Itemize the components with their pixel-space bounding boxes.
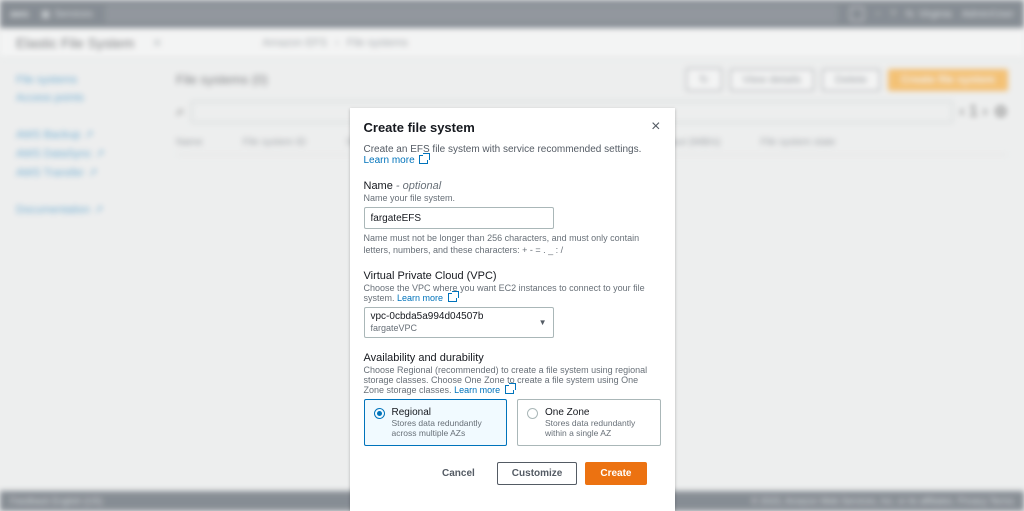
chevron-down-icon: ▼ xyxy=(539,318,547,327)
name-hint: Name must not be longer than 256 charact… xyxy=(364,232,661,256)
regional-title: Regional xyxy=(392,407,498,418)
customize-button[interactable]: Customize xyxy=(497,462,578,485)
radio-icon xyxy=(374,408,385,419)
onezone-title: One Zone xyxy=(545,407,651,418)
name-label: Name xyxy=(364,180,393,192)
vpc-field: Virtual Private Cloud (VPC) Choose the V… xyxy=(364,270,661,338)
learn-more-link[interactable]: Learn more xyxy=(454,385,514,395)
create-fs-modal: Create file system × Create an EFS file … xyxy=(350,108,675,511)
onezone-radio[interactable]: One Zone Stores data redundantly within … xyxy=(517,399,661,446)
regional-desc: Stores data redundantly across multiple … xyxy=(392,418,498,438)
availability-sublabel: Choose Regional (recommended) to create … xyxy=(364,365,661,395)
create-button[interactable]: Create xyxy=(585,462,646,485)
external-icon xyxy=(448,293,457,302)
name-field: Name - optional Name your file system. N… xyxy=(364,180,661,256)
vpc-select[interactable]: vpc-0cbda5a994d04507b fargateVPC ▼ xyxy=(364,307,554,338)
availability-label: Availability and durability xyxy=(364,352,661,364)
cancel-button[interactable]: Cancel xyxy=(428,462,489,485)
modal-title: Create file system xyxy=(364,120,475,135)
optional-label: - optional xyxy=(393,180,441,192)
onezone-desc: Stores data redundantly within a single … xyxy=(545,418,651,438)
regional-radio[interactable]: Regional Stores data redundantly across … xyxy=(364,399,508,446)
vpc-sublabel: Choose the VPC where you want EC2 instan… xyxy=(364,283,661,303)
name-sublabel: Name your file system. xyxy=(364,193,661,203)
learn-more-link[interactable]: Learn more xyxy=(364,155,429,166)
vpc-selected-id: vpc-0cbda5a994d04507b xyxy=(371,311,484,323)
modal-backdrop: Create file system × Create an EFS file … xyxy=(0,0,1024,511)
availability-field: Availability and durability Choose Regio… xyxy=(364,352,661,446)
learn-more-link[interactable]: Learn more xyxy=(397,293,457,303)
vpc-label: Virtual Private Cloud (VPC) xyxy=(364,270,661,282)
modal-intro: Create an EFS file system with service r… xyxy=(364,144,661,166)
vpc-selected-name: fargateVPC xyxy=(371,323,484,334)
external-icon xyxy=(505,385,514,394)
radio-icon xyxy=(527,408,538,419)
name-input[interactable] xyxy=(364,207,554,229)
close-icon[interactable]: × xyxy=(651,118,660,136)
external-icon xyxy=(419,155,428,164)
